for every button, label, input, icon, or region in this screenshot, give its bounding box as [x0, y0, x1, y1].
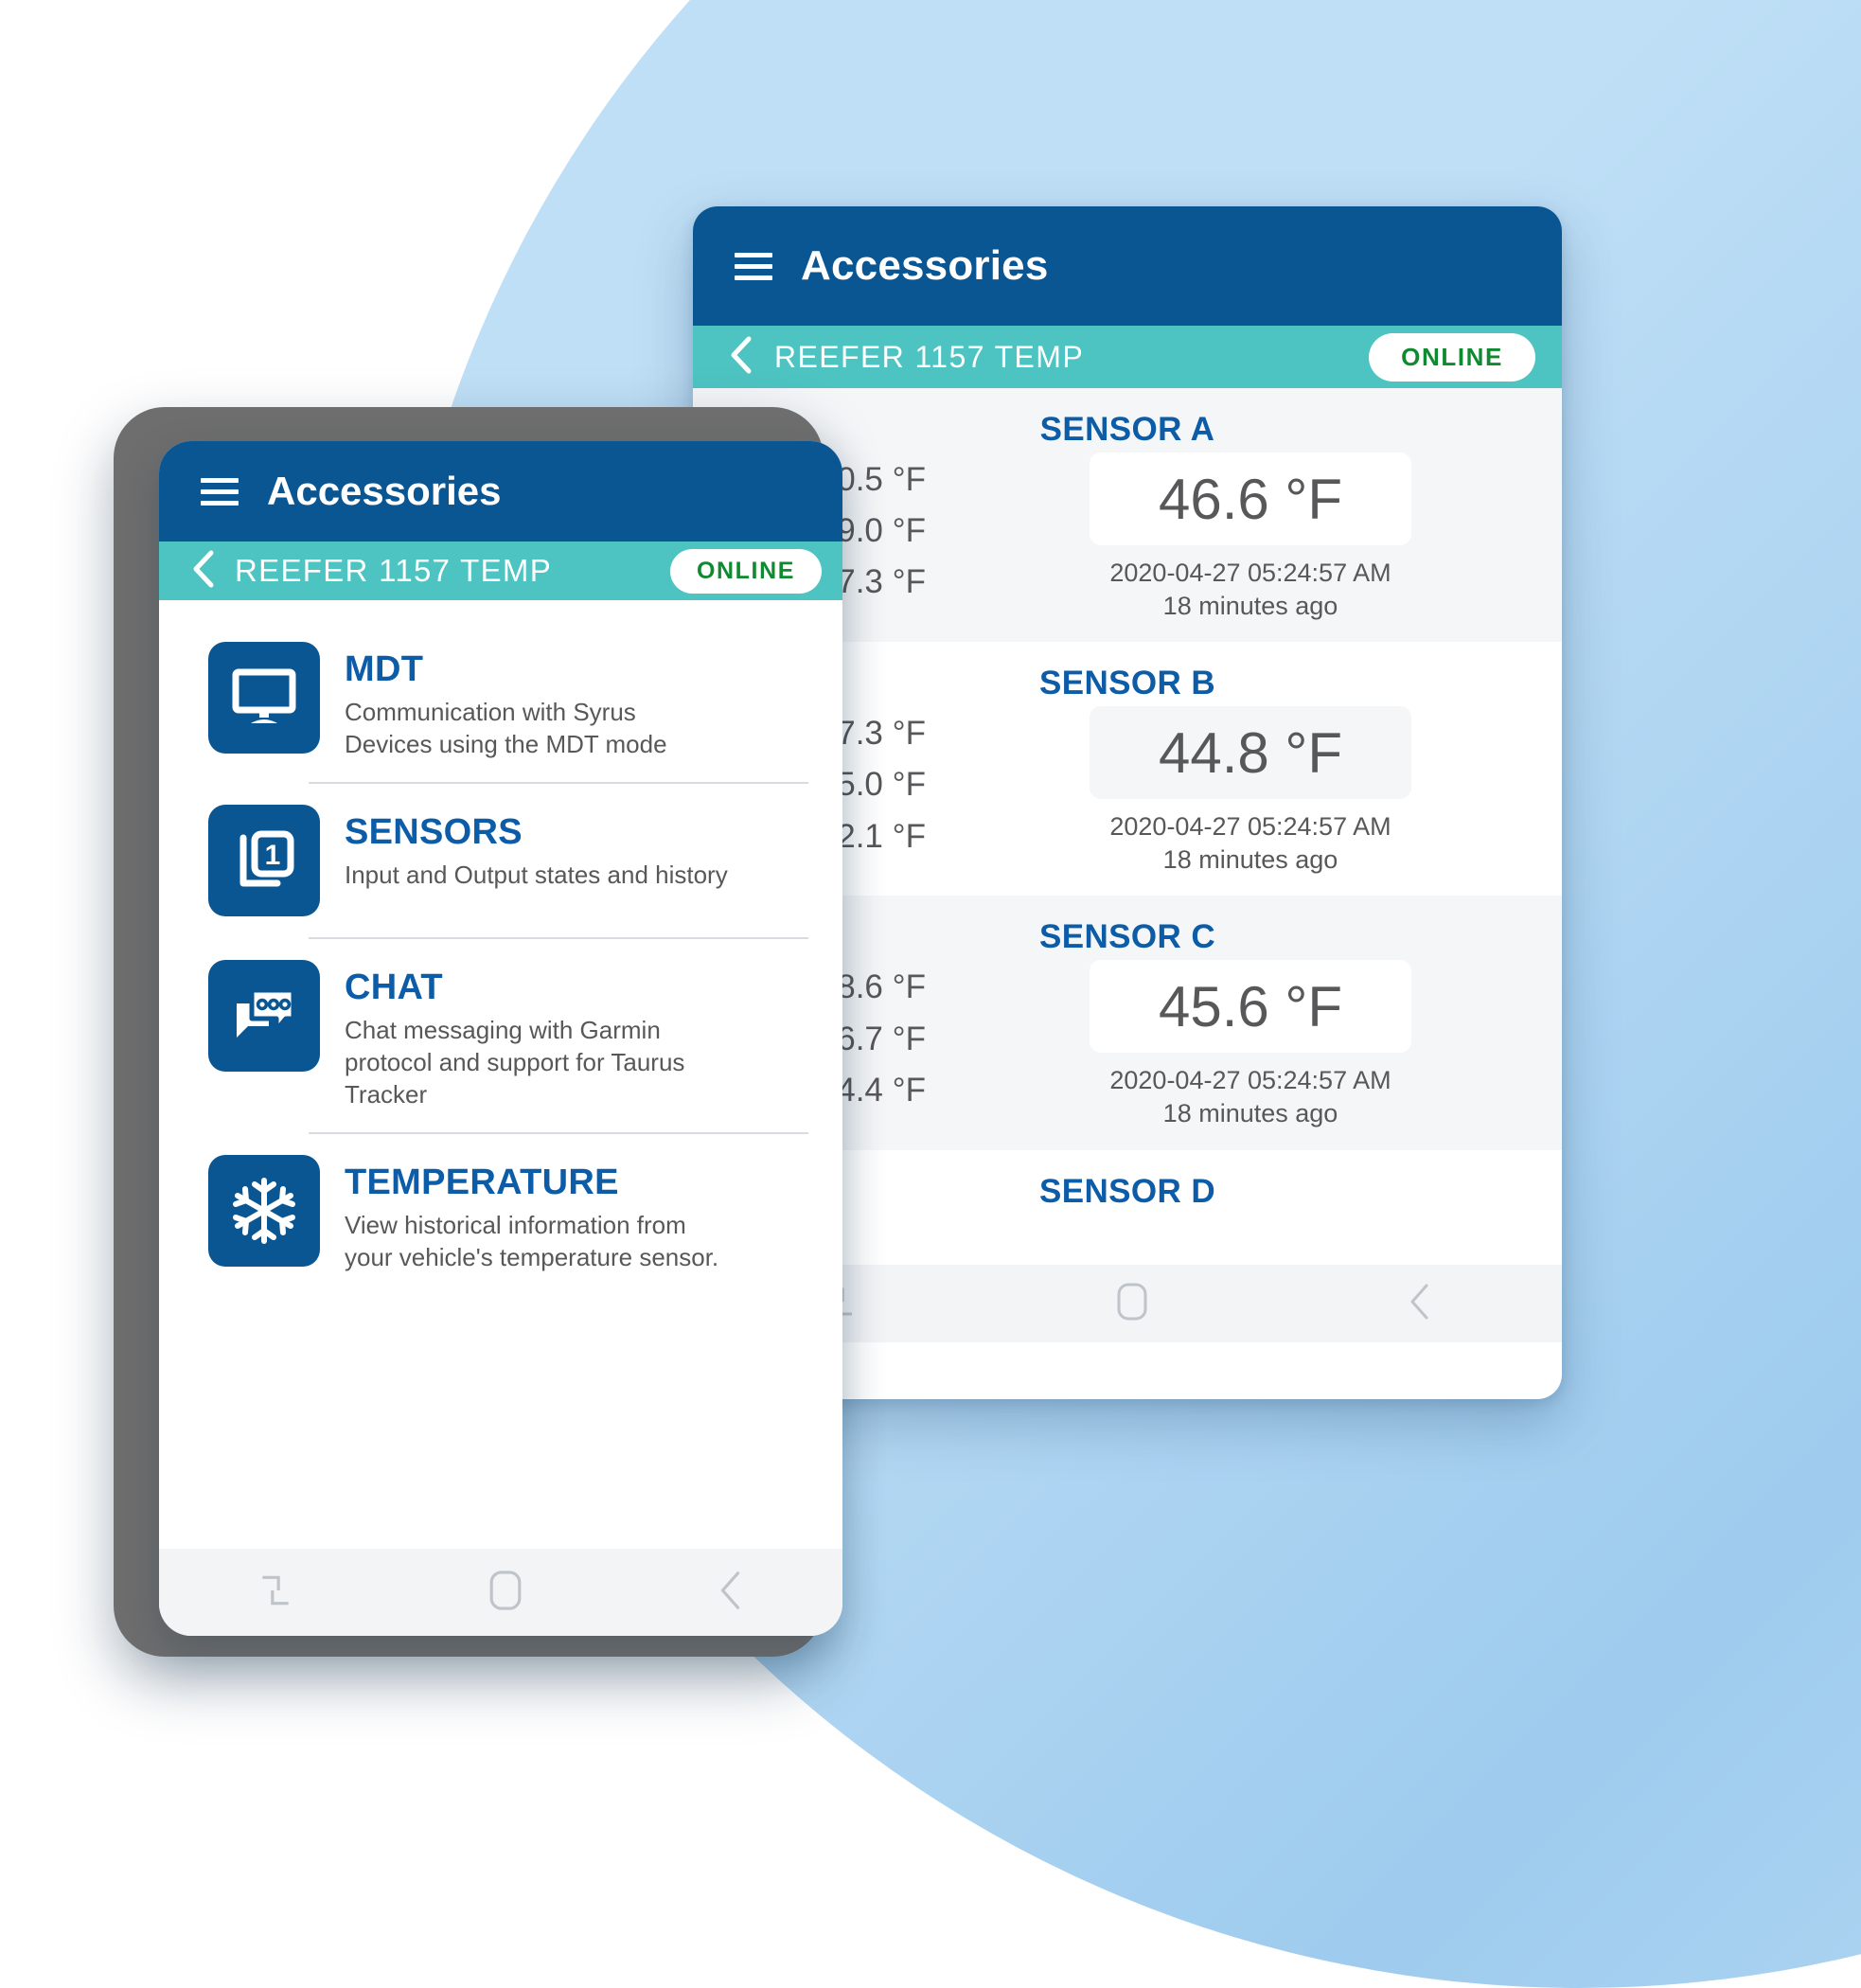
list-item-label: CHAT [345, 967, 443, 1007]
current-temperature-chip: 45.6 °F [1090, 960, 1411, 1054]
reading-timestamp: 2020-04-27 05:24:57 AM [1109, 812, 1391, 842]
reading-relative-time: 18 minutes ago [1162, 1099, 1338, 1128]
reading-timestamp-block: 2020-04-27 05:24:57 AM 18 minutes ago [1109, 810, 1391, 877]
list-divider [309, 1131, 808, 1134]
snowflake-icon [208, 1154, 320, 1267]
back-chevron-icon[interactable] [1407, 1282, 1433, 1326]
phone-accessory-menu[interactable]: MDT Communication with Syrus Devices usi… [159, 600, 842, 1274]
list-divider [309, 781, 808, 784]
list-item-description: Input and Output states and history [345, 860, 728, 889]
home-square-icon[interactable] [488, 1569, 523, 1617]
svg-text:1: 1 [265, 840, 281, 871]
reading-timestamp-block: 2020-04-27 05:24:57 AM 18 minutes ago [1109, 557, 1391, 623]
reading-timestamp: 2020-04-27 05:24:57 AM [1109, 559, 1391, 587]
list-item[interactable]: TEMPERATURE View historical information … [159, 1154, 842, 1274]
phone-sub-bar: REEFER 1157 TEMP ONLINE [159, 541, 842, 600]
current-temperature-value: 44.8 °F [1158, 720, 1343, 785]
list-item-description: View historical information from your ve… [345, 1210, 719, 1271]
recents-icon[interactable] [257, 1571, 294, 1614]
chat-bubbles-icon [208, 959, 320, 1072]
chevron-left-icon[interactable] [191, 549, 216, 594]
list-item-label: SENSORS [345, 811, 523, 852]
reading-relative-time: 18 minutes ago [1162, 845, 1338, 875]
reading-timestamp: 2020-04-27 05:24:57 AM [1109, 1066, 1391, 1095]
layers-one-icon: 1 [208, 804, 320, 916]
tablet-breadcrumb-title: REEFER 1157 TEMP [774, 339, 1085, 374]
tablet-app-bar: Accessories [693, 206, 1562, 326]
status-badge: ONLINE [669, 548, 822, 594]
current-temperature-value: 46.6 °F [1158, 467, 1343, 531]
home-square-icon[interactable] [1116, 1282, 1148, 1326]
phone-app-title: Accessories [267, 469, 502, 513]
list-item[interactable]: MDT Communication with Syrus Devices usi… [159, 642, 842, 761]
reading-relative-time: 18 minutes ago [1162, 592, 1338, 621]
tablet-app-title: Accessories [801, 242, 1049, 289]
phone-system-navbar [159, 1549, 842, 1636]
list-item-label: MDT [345, 649, 424, 689]
list-item[interactable]: CHAT Chat messaging with Garmin protocol… [159, 959, 842, 1111]
reading-timestamp-block: 2020-04-27 05:24:57 AM 18 minutes ago [1109, 1064, 1391, 1130]
hamburger-icon[interactable] [735, 246, 772, 287]
status-badge: ONLINE [1369, 332, 1535, 382]
monitor-icon [208, 642, 320, 754]
list-item-description: Chat messaging with Garmin protocol and … [345, 1015, 685, 1109]
phone-app-bar: Accessories [159, 441, 842, 541]
list-item-label: TEMPERATURE [345, 1162, 619, 1202]
phone-breadcrumb-title: REEFER 1157 TEMP [235, 553, 553, 588]
tablet-sub-bar: REEFER 1157 TEMP ONLINE [693, 326, 1562, 388]
list-item-description: Communication with Syrus Devices using t… [345, 698, 667, 759]
list-divider [309, 936, 808, 939]
chevron-left-icon[interactable] [729, 335, 753, 380]
phone-device-screen: Accessories REEFER 1157 TEMP ONLINE MDT … [159, 441, 842, 1636]
current-temperature-value: 45.6 °F [1158, 974, 1343, 1038]
current-temperature-chip: 46.6 °F [1090, 453, 1411, 545]
back-chevron-icon[interactable] [717, 1569, 745, 1617]
current-temperature-chip: 44.8 °F [1090, 706, 1411, 800]
hamburger-icon[interactable] [201, 471, 239, 512]
list-item[interactable]: 1 SENSORS Input and Output states and hi… [159, 804, 842, 916]
